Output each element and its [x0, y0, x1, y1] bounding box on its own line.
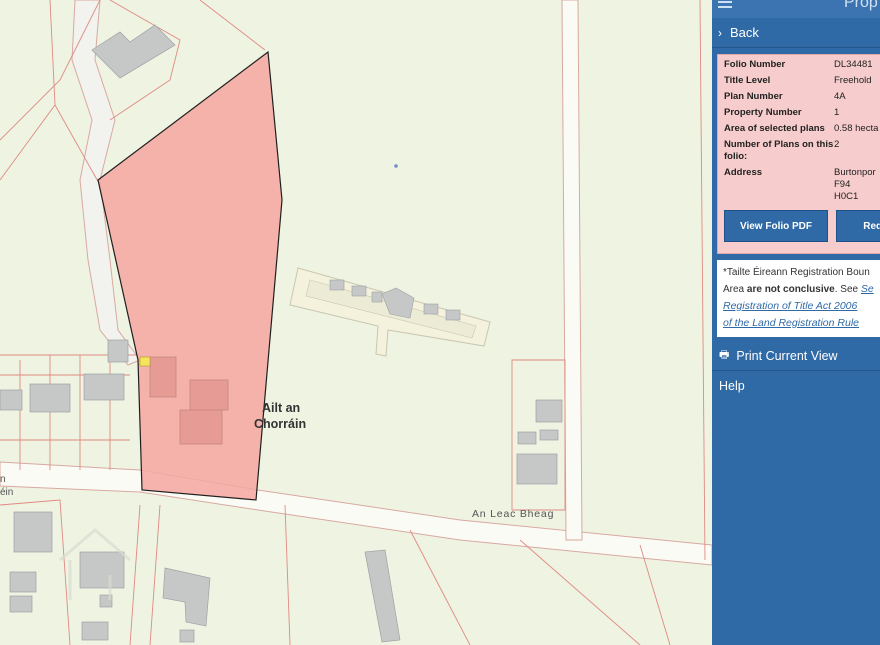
info-row-plan-number: Plan Number 4A [724, 91, 846, 102]
panel-title: Prop [844, 0, 878, 11]
panel-header: Prop [712, 0, 880, 18]
map-view[interactable]: Ailt an Chorráin An Leac Bheag n éin [0, 0, 712, 645]
edge-label-2: éin [0, 487, 13, 498]
menu-icon[interactable] [718, 0, 732, 12]
print-label: Print Current View [736, 348, 838, 363]
print-current-view-button[interactable]: 🖶 Print Current View [712, 341, 880, 371]
road-label: An Leac Bheag [472, 508, 554, 520]
info-row-address: Address Burtonpor F94 H0C1 [724, 167, 876, 202]
info-row-plans-count: Number of Plans on this folio: 2 [724, 139, 840, 162]
info-row-folio: Folio Number DL34481 [724, 59, 873, 70]
note-link-rules[interactable]: of the Land Registration Rule [723, 317, 859, 329]
property-panel: Prop › Back Folio Number DL34481 Title Le… [712, 0, 880, 645]
info-row-property-number: Property Number 1 [724, 107, 840, 118]
printer-icon: 🖶 [719, 349, 730, 361]
view-folio-pdf-button[interactable]: View Folio PDF [724, 210, 828, 242]
place-label: Ailt an [262, 401, 300, 415]
back-label: Back [730, 25, 759, 40]
disclaimer-note: *Tailte Éireann Registration Boun Area a… [717, 260, 880, 337]
note-line-1: *Tailte Éireann Registration Boun [723, 267, 870, 278]
note-line-2: Area are not conclusive. See Se [723, 283, 874, 295]
request-copy-button[interactable]: Request C [836, 210, 880, 242]
help-button[interactable]: Help [712, 371, 880, 400]
chevron-right-icon: › [718, 25, 722, 40]
note-link-act[interactable]: Registration of Title Act 2006 [723, 300, 857, 312]
folio-info-card: Folio Number DL34481 Title Level Freehold … [717, 54, 880, 254]
info-row-title-level: Title Level Freehold [724, 75, 872, 86]
back-button[interactable]: › Back [712, 18, 880, 48]
info-row-area: Area of selected plans 0.58 hecta [724, 123, 879, 134]
help-label: Help [719, 378, 745, 393]
place-label-2: Chorráin [254, 417, 306, 431]
edge-label: n [0, 474, 6, 485]
note-link-section[interactable]: Se [861, 283, 874, 295]
